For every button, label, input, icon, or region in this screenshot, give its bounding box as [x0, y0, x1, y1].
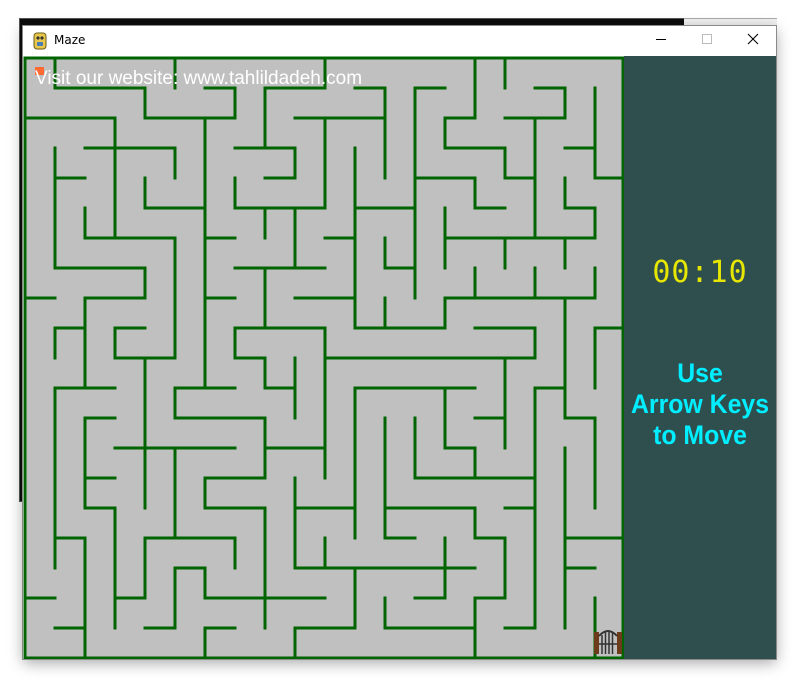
window-title: Maze [54, 33, 86, 47]
title-bar[interactable]: Maze [23, 26, 776, 56]
instructions: Use Arrow Keys to Move [630, 358, 770, 451]
instruction-line: Use [677, 358, 723, 388]
maximize-button[interactable] [684, 26, 730, 56]
instruction-line: to Move [653, 420, 747, 450]
minimize-button[interactable] [638, 26, 684, 56]
website-overlay-text: Visit our website: www.tahlildadeh.com [35, 68, 363, 89]
close-button[interactable] [730, 26, 776, 56]
maze-walls [23, 56, 624, 659]
game-canvas[interactable]: Visit our website: www.tahlildadeh.com 0… [23, 56, 776, 659]
timer-display: 00:10 [652, 255, 748, 290]
maze-window: Maze Visit our website: www.tahlildadeh.… [23, 26, 776, 659]
instruction-line: Arrow Keys [630, 389, 770, 419]
close-icon [747, 32, 759, 50]
minimize-icon [655, 32, 667, 50]
python-icon [31, 32, 49, 50]
side-panel: 00:10 Use Arrow Keys to Move [624, 56, 776, 659]
maze-board [23, 56, 624, 659]
maximize-icon [701, 32, 713, 50]
